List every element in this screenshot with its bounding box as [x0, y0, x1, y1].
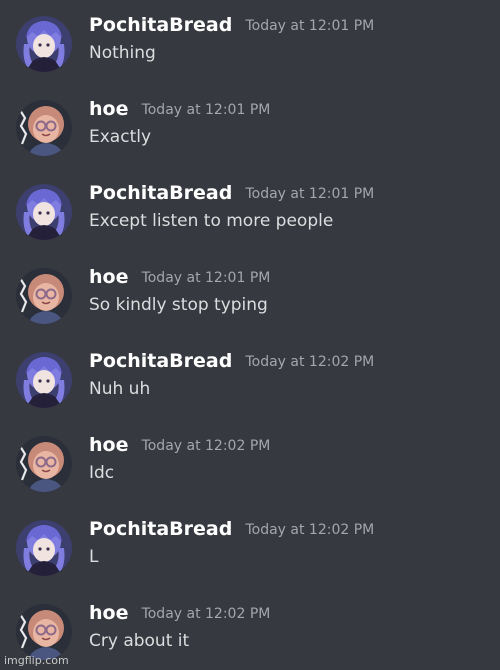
chat-message: hoe Today at 12:01 PM So kindly stop typ… [0, 260, 500, 344]
message-text: Nothing [89, 43, 156, 63]
message-timestamp: Today at 12:01 PM [245, 186, 375, 202]
pochita-avatar[interactable] [16, 16, 72, 72]
chat-message-list: PochitaBread Today at 12:01 PM Nothing h… [0, 0, 500, 670]
chat-message: PochitaBread Today at 12:02 PM L [0, 512, 500, 596]
message-text: Nuh uh [89, 379, 151, 399]
message-text: Cry about it [89, 631, 190, 651]
pochita-avatar[interactable] [16, 184, 72, 240]
hoe-avatar[interactable] [16, 436, 72, 492]
chat-message: hoe Today at 12:02 PM Idc [0, 428, 500, 512]
message-timestamp: Today at 12:02 PM [245, 354, 375, 370]
message-author[interactable]: hoe [89, 434, 128, 456]
imgflip-watermark: imgflip.com [4, 654, 69, 667]
message-author[interactable]: PochitaBread [89, 182, 232, 204]
message-text: Except listen to more people [89, 211, 334, 231]
message-author[interactable]: hoe [89, 266, 128, 288]
hoe-avatar[interactable] [16, 604, 72, 660]
message-author[interactable]: PochitaBread [89, 350, 232, 372]
message-author[interactable]: hoe [89, 98, 128, 120]
message-timestamp: Today at 12:02 PM [141, 606, 271, 622]
message-text: Exactly [89, 127, 152, 147]
message-timestamp: Today at 12:02 PM [245, 522, 375, 538]
chat-message: PochitaBread Today at 12:02 PM Nuh uh [0, 344, 500, 428]
chat-message: PochitaBread Today at 12:01 PM Except li… [0, 176, 500, 260]
message-author[interactable]: PochitaBread [89, 518, 232, 540]
message-timestamp: Today at 12:02 PM [141, 438, 271, 454]
chat-message: hoe Today at 12:02 PM Cry about it [0, 596, 500, 670]
message-text: L [89, 547, 99, 567]
chat-message: PochitaBread Today at 12:01 PM Nothing [0, 8, 500, 92]
message-author[interactable]: hoe [89, 602, 128, 624]
hoe-avatar[interactable] [16, 268, 72, 324]
message-timestamp: Today at 12:01 PM [141, 270, 271, 286]
message-timestamp: Today at 12:01 PM [245, 18, 375, 34]
pochita-avatar[interactable] [16, 352, 72, 408]
hoe-avatar[interactable] [16, 100, 72, 156]
pochita-avatar[interactable] [16, 520, 72, 576]
message-author[interactable]: PochitaBread [89, 14, 232, 36]
message-text: Idc [89, 463, 115, 483]
chat-message: hoe Today at 12:01 PM Exactly [0, 92, 500, 176]
message-timestamp: Today at 12:01 PM [141, 102, 271, 118]
message-text: So kindly stop typing [89, 295, 268, 315]
